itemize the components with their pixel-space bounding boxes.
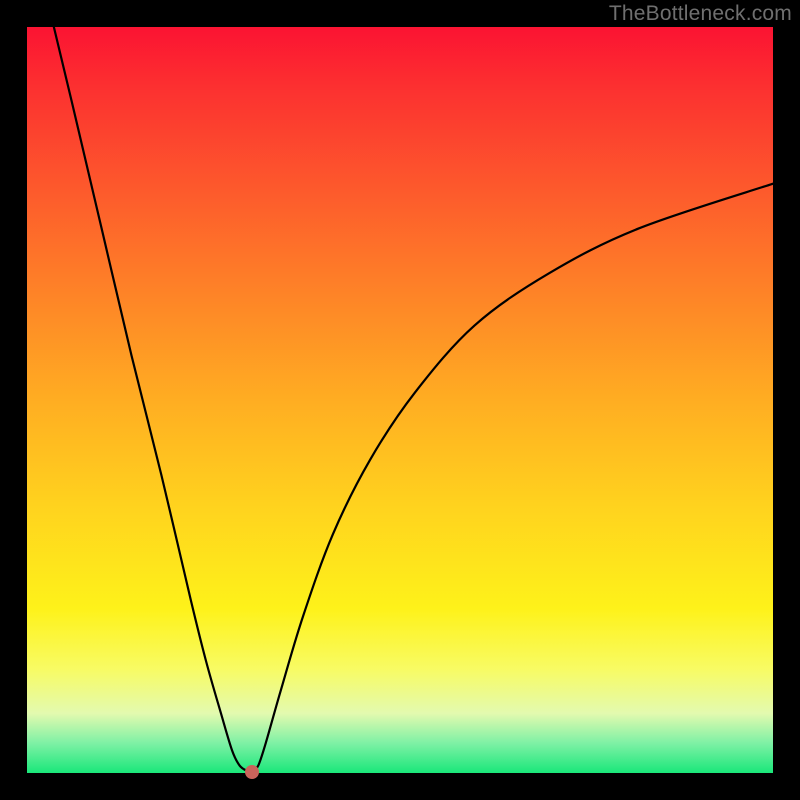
watermark-text: TheBottleneck.com xyxy=(609,2,792,26)
bottleneck-curve xyxy=(27,27,773,773)
plot-area xyxy=(27,27,773,773)
chart-frame: TheBottleneck.com xyxy=(0,0,800,800)
curve-path xyxy=(54,27,773,772)
minimum-marker xyxy=(245,765,259,779)
